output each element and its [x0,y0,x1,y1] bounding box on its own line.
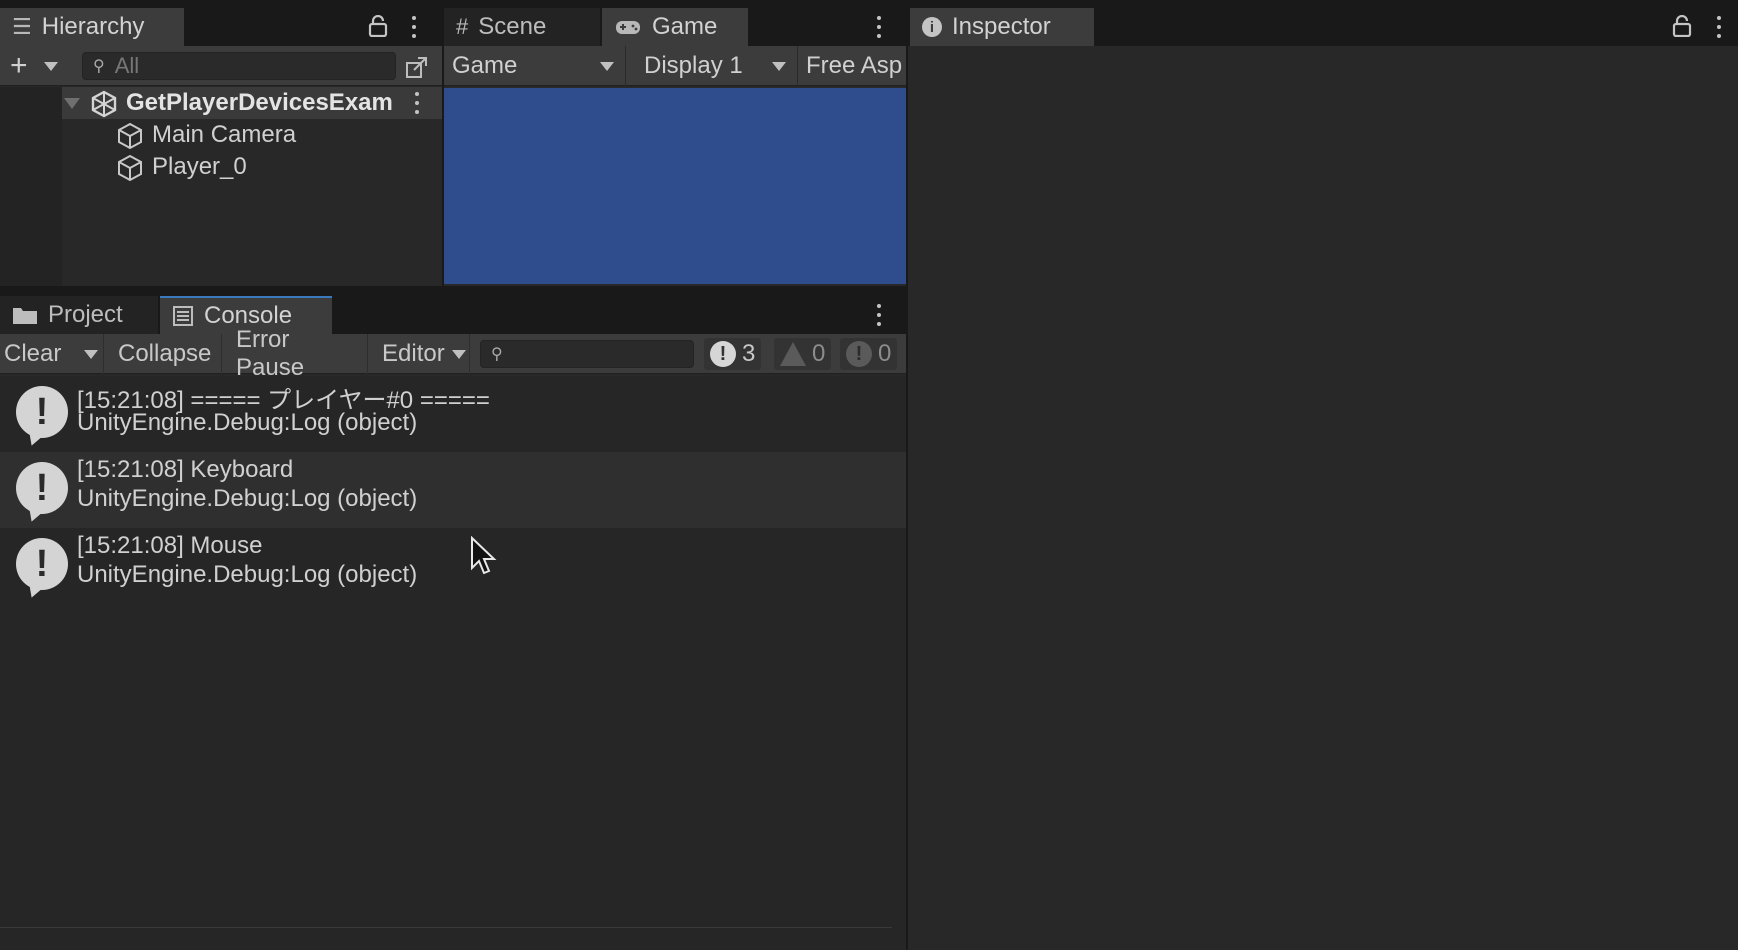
display-dropdown[interactable]: Display 1 [626,45,798,86]
aspect-dropdown[interactable]: Free Asp [798,46,906,86]
log-entry[interactable]: ! [15:21:08] ===== プレイヤー#0 ===== UnityEn… [0,376,906,452]
folder-icon [13,308,37,324]
console-tabbar: Project Console [0,288,906,334]
error-pause-label: Error Pause [236,326,305,381]
chevron-down-icon [44,62,58,71]
tab-project[interactable]: Project [0,296,158,334]
hierarchy-toolbar: + ⚲ All [0,46,442,86]
warning-count: 0 [812,340,826,367]
collapse-button[interactable]: Collapse [114,334,222,374]
display-value: Display 1 [644,51,743,79]
tree-item-main-camera[interactable]: Main Camera [62,119,442,151]
gamepad-icon [616,21,640,34]
tab-inspector[interactable]: i Inspector [910,8,1094,46]
log-count-toggle[interactable]: ! 3 [704,338,762,370]
hierarchy-search-field[interactable]: ⚲ All [82,52,396,80]
tab-scene[interactable]: # Scene [444,8,600,46]
game-view[interactable] [444,88,906,284]
clear-button[interactable]: Clear [0,334,104,374]
lock-icon[interactable] [368,15,388,37]
tab-game-label: Game [652,13,718,40]
tab-scene-label: Scene [478,13,547,40]
viewport-tabbar: # Scene Game [444,0,906,46]
log-entry[interactable]: ! [15:21:08] Keyboard UnityEngine.Debug:… [0,452,906,528]
tree-item-scene[interactable]: GetPlayerDevicesExam [62,87,442,119]
tree-item-player[interactable]: Player_0 [62,151,442,183]
foldout-arrow-icon[interactable] [64,98,80,109]
chevron-down-icon [452,350,466,359]
editor-dropdown[interactable]: Editor [378,334,470,374]
hierarchy-tabbar: ☰ Hierarchy [0,0,442,46]
create-button[interactable]: + [10,49,66,82]
scene-menu-icon[interactable] [414,92,420,114]
collapse-label: Collapse [118,340,212,367]
log-count: 3 [742,340,756,367]
chevron-down-icon [772,61,786,71]
log-message: [15:21:08] Keyboard [77,456,294,483]
log-info-icon: ! [16,462,68,514]
tab-hierarchy-label: Hierarchy [41,13,145,40]
inspector-menu-icon[interactable] [1716,16,1722,38]
plus-icon: + [10,49,28,82]
tree-item-label: Main Camera [152,121,297,148]
hierarchy-gutter [0,87,62,286]
console-toolbar: Clear Collapse Error Pause Editor ⚲ ! 3 [0,326,906,381]
warning-icon [780,342,806,366]
hierarchy-panel: ☰ Hierarchy + ⚲ All GetPlayerDevicesExam… [0,0,442,286]
viewport-menu-icon[interactable] [876,16,882,38]
inspector-panel: i Inspector [908,0,1738,950]
tab-inspector-label: Inspector [952,13,1051,40]
tab-hierarchy[interactable]: ☰ Hierarchy [0,8,184,46]
error-icon: ! [846,341,872,367]
chevron-down-icon[interactable] [84,350,98,359]
unity-scene-icon [91,90,117,118]
log-info-icon: ! [16,538,68,590]
console-search-field[interactable]: ⚲ [480,340,694,368]
scene-name: GetPlayerDevicesExam [126,89,393,116]
game-mode-value: Game [452,51,518,79]
editor-label: Editor [382,340,445,367]
grid-hash-icon: # [456,14,469,39]
gameobject-cube-icon [118,154,142,182]
console-log-list: ! [15:21:08] ===== プレイヤー#0 ===== UnityEn… [0,376,906,950]
log-source: UnityEngine.Debug:Log (object) [77,485,418,512]
inspector-tabbar: i Inspector [908,0,1738,46]
tree-item-label: Player_0 [152,153,247,180]
log-source: UnityEngine.Debug:Log (object) [77,409,418,436]
log-info-icon: ! [16,386,68,438]
unity-editor: ☰ Hierarchy + ⚲ All GetPlayerDevicesExam… [0,0,1738,950]
search-icon: ⚲ [491,346,503,363]
detail-splitter[interactable] [0,927,892,928]
console-panel: Project Console Clear Collapse Error Pau… [0,288,906,950]
hierarchy-list-icon: ☰ [12,14,32,39]
hierarchy-menu-icon[interactable] [411,16,417,38]
console-menu-icon[interactable] [876,304,882,326]
console-icon [173,306,193,326]
log-entry[interactable]: ! [15:21:08] Mouse UnityEngine.Debug:Log… [0,528,906,604]
warning-count-toggle[interactable]: 0 [774,338,832,370]
aspect-value: Free Asp [806,51,903,79]
error-count-toggle[interactable]: ! 0 [840,338,898,370]
error-pause-button[interactable]: Error Pause [232,326,368,381]
chevron-down-icon [600,61,614,71]
log-message: [15:21:08] Mouse [77,532,263,559]
scene-visibility-icon[interactable] [405,55,429,79]
tab-game[interactable]: Game [602,8,748,46]
game-toolbar: Game Display 1 Free Asp [444,45,906,86]
gameobject-cube-icon [118,122,142,150]
mouse-cursor-icon [471,536,497,575]
info-circle-icon: i [922,17,942,37]
game-mode-dropdown[interactable]: Game [444,45,626,86]
hierarchy-tree: GetPlayerDevicesExam Main Camera Player_… [0,87,442,286]
hierarchy-search-placeholder: All [114,53,140,78]
error-count: 0 [878,340,892,367]
clear-label: Clear [4,340,62,367]
tab-project-label: Project [48,301,123,328]
game-panel: # Scene Game Game Display 1 Free Asp [444,0,906,286]
log-source: UnityEngine.Debug:Log (object) [77,561,418,588]
lock-icon[interactable] [1672,15,1692,37]
info-icon: ! [710,341,736,367]
search-icon: ⚲ [93,58,105,75]
